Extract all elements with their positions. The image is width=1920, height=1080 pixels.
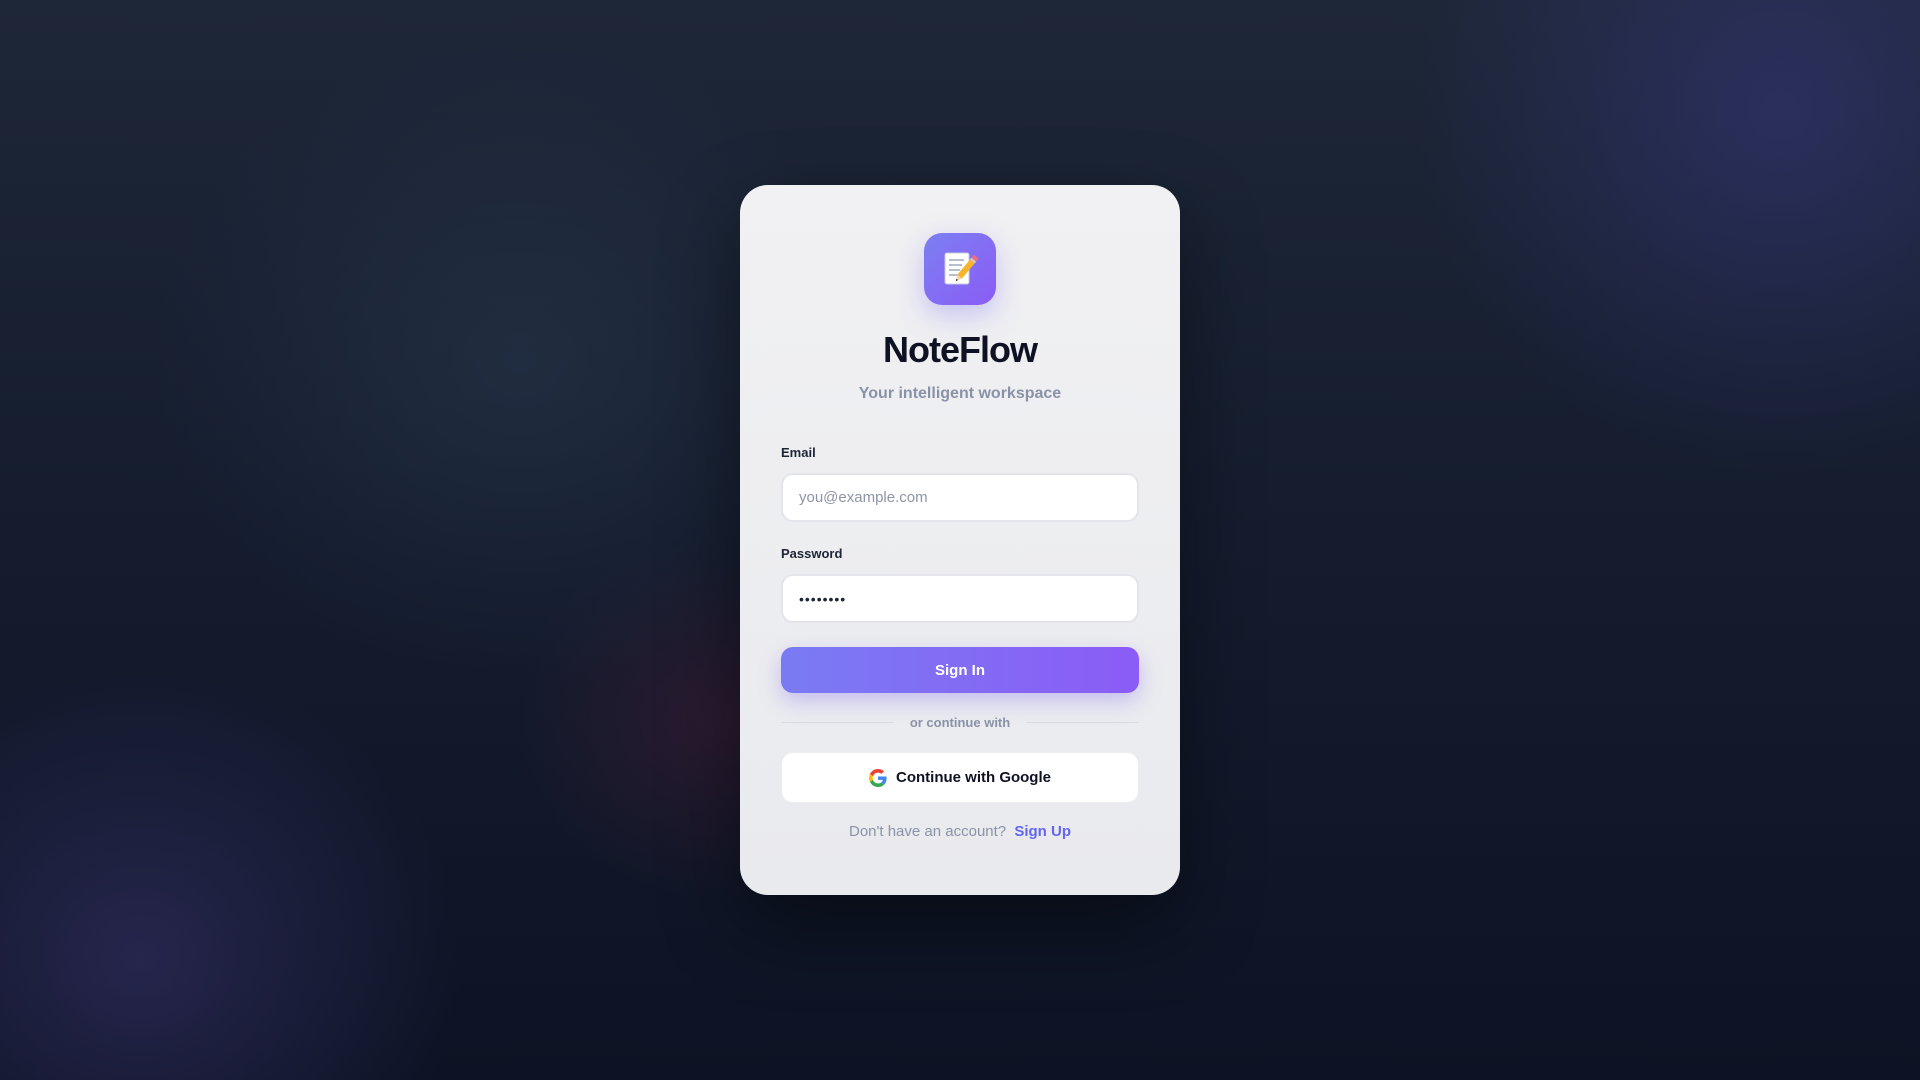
signup-prompt-text: Don't have an account?	[849, 823, 1007, 840]
sign-up-link[interactable]: Sign Up	[1014, 823, 1071, 840]
password-label: Password	[781, 546, 843, 561]
password-field[interactable]	[781, 574, 1139, 623]
sign-in-button[interactable]: Sign In	[781, 647, 1139, 693]
signup-prompt: Don't have an account? Sign Up	[781, 823, 1139, 840]
memo-pencil-icon	[944, 252, 979, 285]
divider-text: or continue with	[909, 715, 1011, 730]
email-label: Email	[781, 445, 816, 460]
continue-with-google-button[interactable]: Continue with Google	[781, 752, 1139, 803]
login-card: NoteFlow Your intelligent workspace Emai…	[740, 185, 1180, 895]
app-title: NoteFlow	[883, 329, 1038, 370]
divider: or continue with	[781, 715, 1140, 730]
app-logo	[924, 233, 996, 305]
email-field[interactable]	[781, 473, 1139, 522]
app-subtitle: Your intelligent workspace	[858, 385, 1062, 402]
google-button-label: Continue with Google	[896, 769, 1051, 786]
divider-line-left	[781, 722, 894, 723]
divider-line-right	[1026, 722, 1140, 723]
google-icon	[869, 768, 887, 787]
